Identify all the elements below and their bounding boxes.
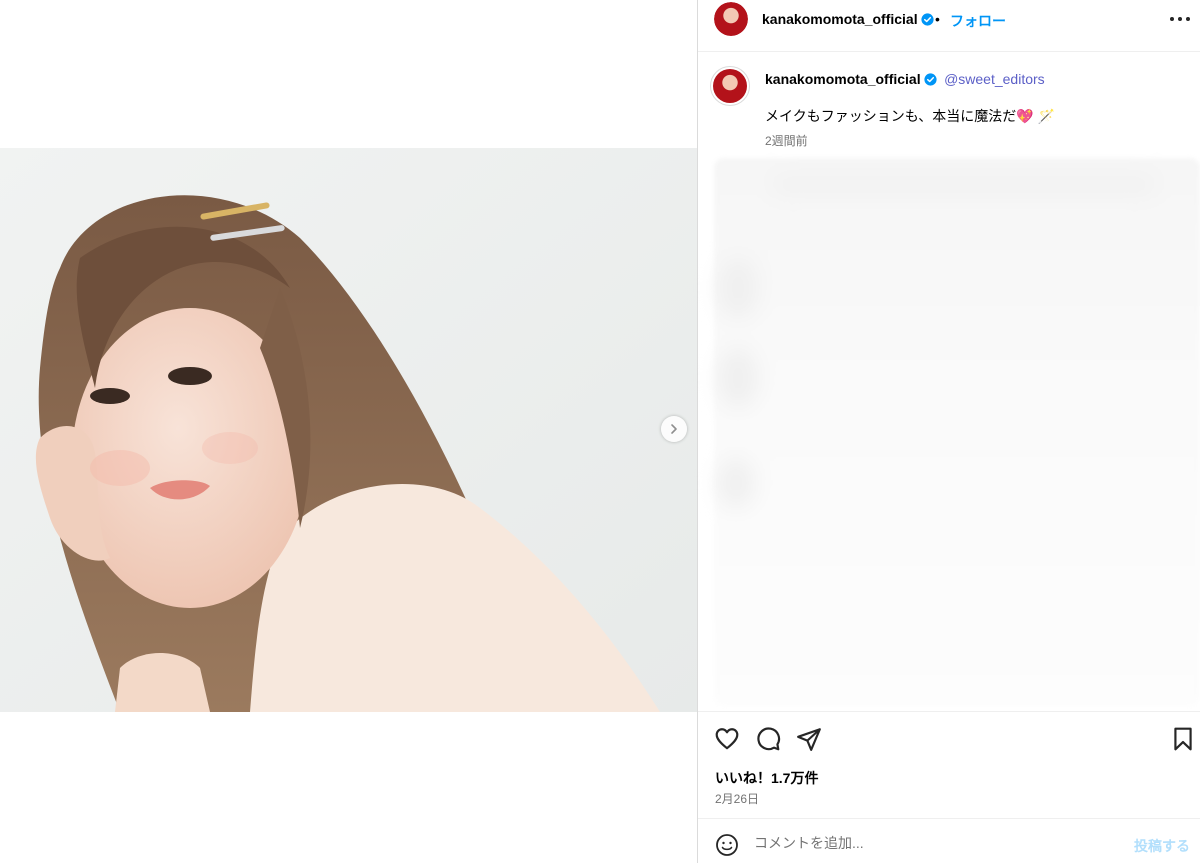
bookmark-icon[interactable] bbox=[1170, 726, 1196, 752]
post-actions bbox=[698, 711, 1200, 767]
post-photo[interactable] bbox=[0, 148, 697, 712]
header-username[interactable]: kanakomomota_official bbox=[762, 11, 918, 27]
carousel-next-button[interactable] bbox=[661, 416, 687, 442]
caption-avatar[interactable] bbox=[710, 66, 750, 106]
emoji-icon[interactable] bbox=[715, 833, 739, 857]
caption-username[interactable]: kanakomomota_official bbox=[765, 71, 921, 87]
caption-text: メイクもファッションも、本当に魔法だ💖 🪄 bbox=[765, 108, 1056, 124]
media-column bbox=[0, 0, 697, 863]
post-comment-button[interactable]: 投稿する bbox=[1134, 836, 1190, 856]
comment-bar: 投稿する bbox=[698, 818, 1200, 863]
post-header: kanakomomota_official • フォロー bbox=[698, 0, 1200, 52]
post-date[interactable]: 2月26日 bbox=[715, 790, 759, 807]
photo-illustration bbox=[0, 148, 697, 712]
chevron-right-icon bbox=[671, 424, 677, 434]
verified-badge-icon bbox=[921, 13, 934, 26]
more-horizontal-icon[interactable] bbox=[1168, 9, 1192, 29]
likes-count[interactable]: いいね！1.7万件 bbox=[715, 768, 818, 788]
comment-icon[interactable] bbox=[755, 726, 781, 752]
caption-mention-link[interactable]: @sweet_editors bbox=[944, 71, 1045, 87]
caption-time[interactable]: 2週間前 bbox=[765, 132, 808, 149]
follow-button[interactable]: フォロー bbox=[950, 11, 1006, 31]
header-avatar[interactable] bbox=[714, 2, 748, 36]
comment-input[interactable] bbox=[754, 831, 1114, 855]
header-separator: • bbox=[935, 11, 940, 27]
header-user: kanakomomota_official bbox=[762, 11, 934, 29]
comments-blurred-area bbox=[714, 158, 1200, 706]
caption-user: kanakomomota_official @sweet_editors bbox=[765, 71, 1045, 89]
post-side-panel: kanakomomota_official • フォロー kanakomomot… bbox=[698, 0, 1200, 863]
heart-icon[interactable] bbox=[714, 726, 740, 752]
verified-badge-icon bbox=[924, 73, 937, 86]
share-icon[interactable] bbox=[796, 726, 822, 752]
